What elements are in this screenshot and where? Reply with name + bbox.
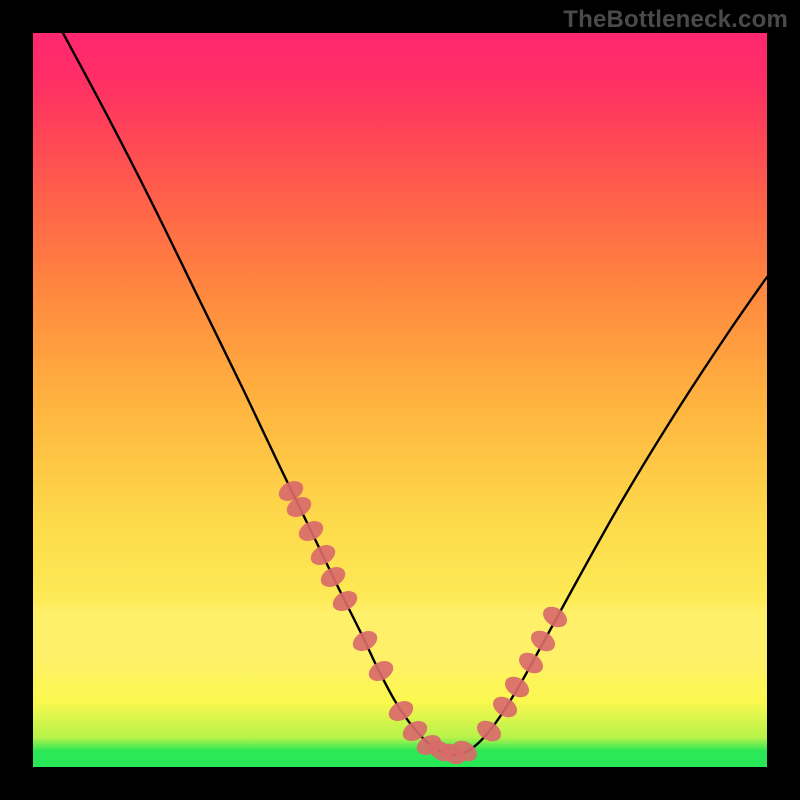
highlight-dot	[317, 563, 348, 591]
highlight-dot	[385, 697, 416, 725]
highlight-dot	[527, 626, 559, 655]
highlight-dot	[539, 602, 571, 631]
highlight-dot-group	[275, 477, 570, 769]
highlight-dot	[295, 517, 326, 545]
chart-svg	[33, 33, 767, 767]
watermark-label: TheBottleneck.com	[563, 6, 788, 34]
highlight-dot	[515, 648, 547, 677]
highlight-dot	[307, 541, 338, 569]
highlight-dot	[349, 627, 380, 655]
plot-area	[33, 33, 767, 767]
highlight-dot	[489, 692, 521, 721]
chart-frame: TheBottleneck.com	[0, 0, 800, 800]
highlight-dot	[501, 672, 533, 701]
highlight-dot	[365, 657, 396, 685]
highlight-dot	[329, 587, 360, 615]
bottleneck-curve	[63, 33, 767, 755]
highlight-dot	[473, 716, 505, 745]
